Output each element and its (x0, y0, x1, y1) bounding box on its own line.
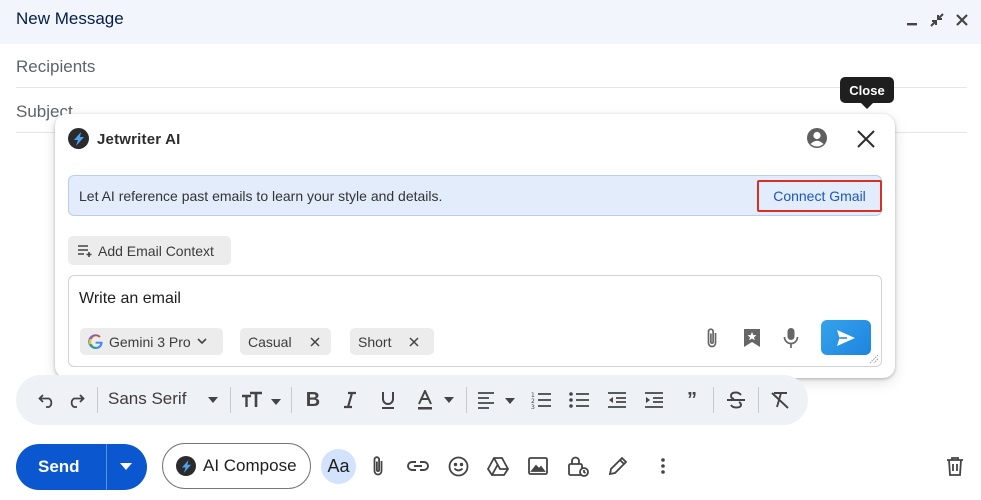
emoji-icon[interactable] (447, 455, 469, 477)
formatting-toolbar: Sans Serif B 123 ” (16, 375, 808, 425)
exit-fullscreen-icon[interactable] (925, 8, 949, 32)
attach-file-icon[interactable] (367, 455, 389, 477)
more-options-icon[interactable] (652, 455, 674, 477)
toolbar-divider (758, 387, 759, 413)
recipients-placeholder: Recipients (16, 57, 96, 76)
connect-gmail-button[interactable]: Connect Gmail (757, 180, 882, 212)
jetwriter-panel: Jetwriter AI Let AI reference past email… (55, 114, 895, 378)
prompt-input[interactable]: Write an email (79, 290, 181, 308)
remove-length-icon[interactable] (409, 336, 419, 347)
microphone-icon[interactable] (780, 327, 802, 349)
prompt-composer[interactable]: Write an email Gemini 3 Pro Casual Short (68, 275, 882, 367)
window-title: New Message (16, 9, 124, 28)
ai-compose-label: AI Compose (203, 456, 297, 475)
model-selector[interactable]: Gemini 3 Pro (80, 328, 223, 355)
tone-chip[interactable]: Casual (240, 328, 331, 355)
remove-tone-icon[interactable] (310, 336, 320, 347)
compose-header: New Message (0, 0, 981, 44)
google-drive-icon[interactable] (487, 455, 509, 477)
reference-banner: Let AI reference past emails to learn yo… (68, 175, 882, 216)
google-icon (88, 334, 103, 349)
bulleted-list-icon[interactable] (568, 388, 590, 412)
send-button[interactable]: Send (16, 444, 147, 490)
toolbar-divider (713, 387, 714, 413)
length-chip[interactable]: Short (350, 328, 434, 355)
schedule-send-chevron-icon[interactable] (120, 463, 132, 470)
svg-text:3: 3 (531, 404, 535, 409)
close-icon[interactable] (950, 8, 974, 32)
indent-more-icon[interactable] (643, 388, 665, 412)
redo-icon[interactable] (65, 388, 87, 412)
bookmark-icon[interactable] (741, 327, 763, 349)
toolbar-divider (291, 387, 292, 413)
close-tooltip: Close (840, 77, 894, 109)
formatting-options-button[interactable]: Aa (321, 449, 356, 484)
insert-photo-icon[interactable] (527, 455, 549, 477)
underline-icon[interactable] (377, 388, 399, 412)
model-label: Gemini 3 Pro (109, 333, 191, 350)
text-color-icon[interactable] (416, 388, 456, 412)
panel-close-icon[interactable] (854, 127, 878, 151)
ai-compose-button[interactable]: AI Compose (162, 443, 311, 489)
send-arrow-icon (837, 329, 855, 346)
add-email-context-label: Add Email Context (98, 242, 214, 259)
clear-formatting-icon[interactable] (768, 388, 792, 412)
strikethrough-icon[interactable] (724, 388, 748, 412)
toolbar-divider (230, 387, 231, 413)
recipients-field[interactable]: Recipients (16, 44, 967, 88)
signature-pen-icon[interactable] (607, 455, 629, 477)
length-label: Short (358, 333, 392, 350)
add-email-context-button[interactable]: Add Email Context (68, 236, 231, 265)
toolbar-divider (466, 387, 467, 413)
confidential-mode-icon[interactable] (567, 455, 589, 477)
font-family-select[interactable]: Sans Serif (108, 389, 186, 409)
quote-icon[interactable]: ” (681, 388, 703, 412)
account-icon[interactable] (806, 127, 828, 149)
minimize-icon[interactable] (900, 8, 924, 32)
toolbar-divider (97, 387, 98, 413)
panel-title: Jetwriter AI (97, 131, 181, 148)
font-chevron-icon[interactable] (206, 388, 220, 412)
align-icon[interactable] (477, 388, 517, 412)
numbered-list-icon[interactable]: 123 (530, 388, 552, 412)
attachment-icon[interactable] (701, 327, 723, 349)
list-add-icon (78, 244, 92, 257)
jetwriter-logo-icon (176, 456, 196, 476)
text-size-icon[interactable] (240, 388, 282, 412)
insert-link-icon[interactable] (407, 455, 429, 477)
undo-icon[interactable] (36, 388, 58, 412)
bold-icon[interactable]: B (302, 388, 324, 412)
tone-label: Casual (248, 333, 292, 350)
generate-send-button[interactable] (821, 320, 871, 355)
indent-less-icon[interactable] (606, 388, 628, 412)
banner-text: Let AI reference past emails to learn yo… (79, 188, 443, 204)
send-label: Send (38, 457, 80, 476)
resize-handle-icon[interactable] (869, 354, 879, 364)
italic-icon[interactable] (339, 388, 361, 412)
chevron-down-icon (197, 338, 207, 345)
send-divider (106, 444, 107, 490)
jetwriter-logo-icon (68, 128, 89, 149)
discard-draft-icon[interactable] (944, 455, 966, 477)
